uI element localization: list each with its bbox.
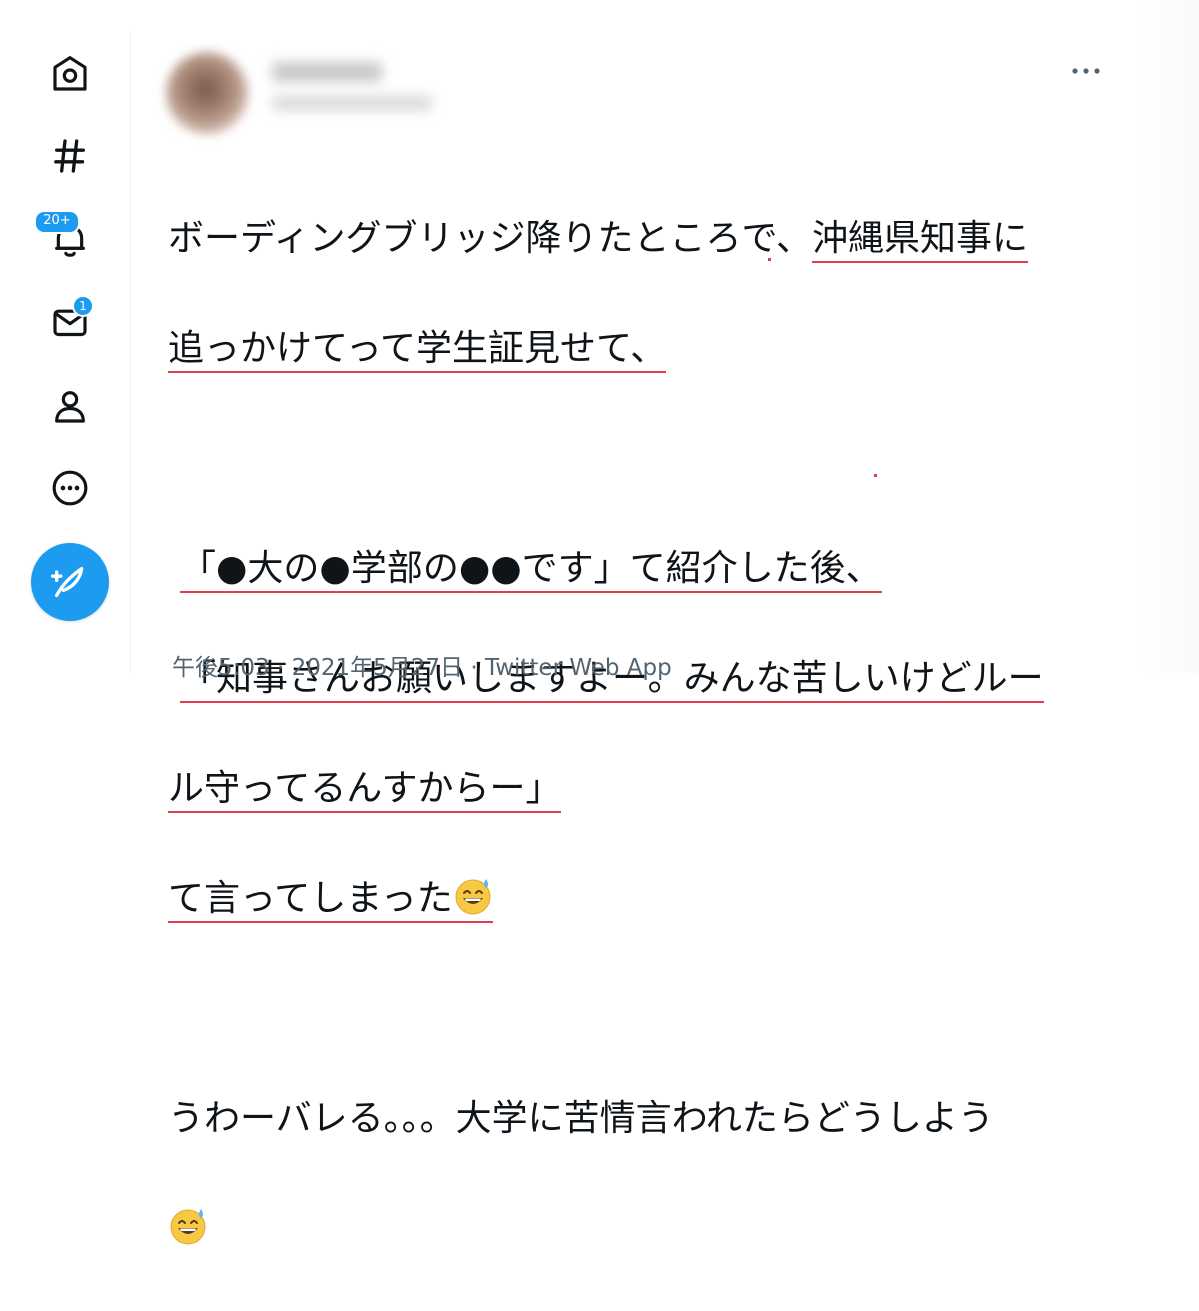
tweet-line-1: ボーディングブリッジ降りたところで、沖縄県知事に xyxy=(168,211,1128,266)
username-blurred[interactable] xyxy=(272,95,432,111)
nav-notifications[interactable]: 20+ xyxy=(34,210,100,270)
tweet-line-2: 追っかけてって学生証見せて、 xyxy=(168,321,1128,376)
underlined-phrase: て言ってしまった xyxy=(168,878,493,923)
underlined-phrase: 「●大の●学部の●●です」て紹介した後、 xyxy=(180,548,882,593)
grinning-sweat-emoji xyxy=(455,879,491,915)
underlined-phrase: 沖縄県知事に xyxy=(812,218,1029,263)
underlined-phrase: ル守ってるんすからー」 xyxy=(168,768,562,813)
nav-explore[interactable] xyxy=(40,126,100,186)
more-circle-icon xyxy=(52,470,88,506)
display-name-blurred[interactable] xyxy=(272,62,382,82)
compose-feather-icon xyxy=(50,567,84,597)
notifications-badge: 20+ xyxy=(34,210,80,234)
tweet-text: ボーディングブリッジ降りたところで、沖縄県知事に 追っかけてって学生証見せて、 … xyxy=(168,156,1128,1311)
page-edge xyxy=(1140,0,1199,673)
compose-tweet-button[interactable] xyxy=(31,543,109,621)
side-navigation: 20+ 1 xyxy=(0,0,140,673)
underlined-phrase: 追っかけてって学生証見せて、 xyxy=(168,328,667,373)
home-icon xyxy=(53,56,87,91)
annotation-mark xyxy=(874,474,877,477)
profile-icon xyxy=(55,391,85,423)
avatar[interactable] xyxy=(166,52,248,134)
nav-messages[interactable]: 1 xyxy=(40,292,100,352)
tweet-line-6: て言ってしまった xyxy=(168,871,1128,926)
tweet-line-8 xyxy=(168,1201,1128,1256)
nav-more[interactable] xyxy=(40,458,100,518)
tweet-line-3: 「●大の●学部の●●です」て紹介した後、 xyxy=(168,541,1128,596)
grinning-sweat-emoji xyxy=(170,1209,206,1245)
hashtag-icon xyxy=(54,139,86,173)
nav-home[interactable] xyxy=(40,44,100,104)
tweet-line-5: ル守ってるんすからー」 xyxy=(168,761,1128,816)
nav-profile[interactable] xyxy=(40,376,100,436)
tweet-timestamp[interactable]: 午後5:03 · 2021年5月27日 · Twitter Web App xyxy=(172,648,672,682)
more-horizontal-icon xyxy=(1072,68,1100,74)
timeline-divider xyxy=(130,30,131,673)
annotation-mark xyxy=(768,258,771,261)
tweet-line-7: うわーバレる。。。大学に苦情言われたらどうしよう xyxy=(168,1098,994,1139)
tweet-more-button[interactable] xyxy=(1068,56,1104,86)
messages-badge: 1 xyxy=(72,295,94,317)
